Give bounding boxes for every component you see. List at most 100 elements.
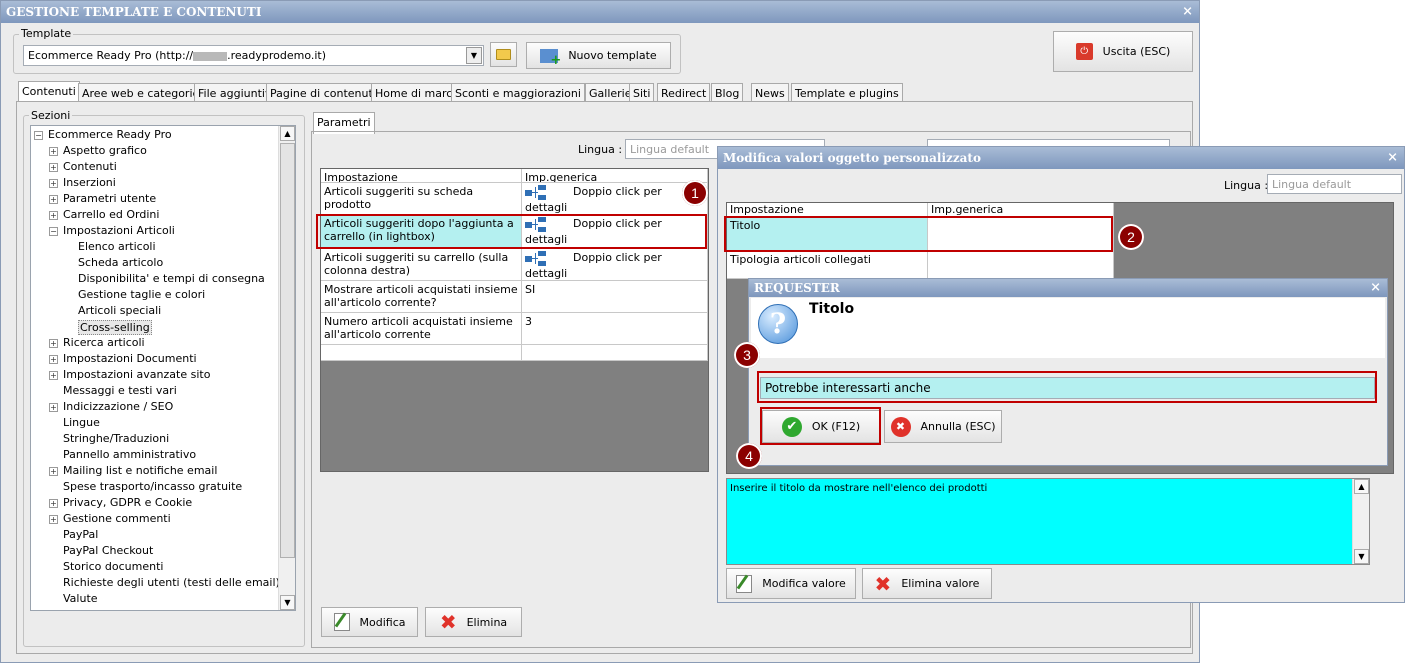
scroll-down-icon[interactable]: ▼ [280,595,295,610]
description-box: Inserire il titolo da mostrare nell'elen… [726,478,1370,565]
close-icon[interactable]: × [1387,150,1398,165]
callout-box-2 [724,216,1113,252]
tree-scrollbar[interactable]: ▲ ▼ [278,126,295,610]
tab-10[interactable]: News [751,83,789,102]
tree-item[interactable]: Richieste degli utenti (testi delle emai… [63,576,280,589]
tree-item[interactable]: Cross-selling [78,320,152,335]
grid-row-tipologia-value[interactable] [928,251,1114,279]
expand-icon[interactable]: + [49,195,58,204]
scroll-up-icon[interactable]: ▲ [1354,479,1369,494]
tree-item[interactable]: Gestione taglie e colori [78,288,205,301]
tree-item[interactable]: Scheda articolo [78,256,163,269]
scroll-thumb[interactable] [280,143,295,558]
tree-item[interactable]: PayPal [63,528,98,541]
expand-icon[interactable]: − [34,131,43,140]
chevron-down-icon[interactable]: ▼ [466,47,482,64]
delete-button[interactable]: ✖ Elimina [425,607,522,637]
expand-icon[interactable]: + [49,371,58,380]
tab-4[interactable]: Home di marca [371,83,464,102]
tree-item[interactable]: Gestione commenti [63,512,171,525]
tab-7[interactable]: Siti [629,83,655,102]
edit-button[interactable]: Modifica [321,607,418,637]
exit-label: Uscita (ESC) [1102,45,1171,58]
delete-value-button[interactable]: ✖ Elimina valore [862,568,992,599]
expand-icon[interactable]: − [49,227,58,236]
close-icon[interactable]: × [1370,280,1381,295]
param-row-value[interactable]: SI [522,281,708,313]
tree-item[interactable]: Messaggi e testi vari [63,384,177,397]
scroll-up-icon[interactable]: ▲ [280,126,295,141]
tree-item[interactable]: PayPal Checkout [63,544,153,557]
tab-9[interactable]: Blog [711,83,744,102]
tree-item[interactable]: Carrello ed Ordini [63,208,159,221]
tree-item[interactable]: Contenuti [63,160,117,173]
exit-button[interactable]: ⏻ Uscita (ESC) [1053,31,1193,72]
tree-item[interactable]: Impostazioni Documenti [63,352,197,365]
expand-icon[interactable]: + [49,179,58,188]
tab-8[interactable]: Redirect [657,83,711,102]
folder-icon [496,49,511,60]
tree-item[interactable]: Inserzioni [63,176,116,189]
tree-item[interactable]: Disponibilita' e tempi di consegna [78,272,265,285]
param-row-name[interactable]: Articoli suggeriti su carrello (sulla co… [321,249,522,281]
tree-item[interactable]: Spese trasporto/incasso gratuite [63,480,242,493]
param-row-value[interactable]: Doppio click per dettagli [522,183,708,215]
param-row-name[interactable]: Numero articoli acquistati insieme all'a… [321,313,522,345]
new-template-label: Nuovo template [568,49,657,62]
param-row-empty-value[interactable] [522,345,708,361]
tree-item[interactable]: Parametri utente [63,192,156,205]
tree-item[interactable]: Stringhe/Traduzioni [63,432,169,445]
tree-item[interactable]: Mailing list e notifiche email [63,464,217,477]
expand-icon[interactable]: + [49,163,58,172]
tab-6[interactable]: Gallerie [585,83,636,102]
expand-icon[interactable]: + [49,515,58,524]
tree-item[interactable]: Impostazioni Articoli [63,224,175,237]
tab-3[interactable]: Pagine di contenuti [266,83,380,102]
tree-item[interactable]: Impostazioni avanzate sito [63,368,210,381]
expand-icon[interactable]: + [49,499,58,508]
power-icon: ⏻ [1075,43,1093,60]
tree-item[interactable]: Pannello amministrativo [63,448,196,461]
tree-item[interactable]: Elenco articoli [78,240,156,253]
description-scrollbar[interactable]: ▲ ▼ [1352,479,1369,564]
main-tabs: Contenuti Aree web e categorie File aggiun… [18,81,918,103]
close-icon[interactable]: × [1182,4,1193,19]
template-select[interactable]: Ecommerce Ready Pro (http:// .readyprodem… [23,45,484,66]
cancel-label: Annulla (ESC) [920,420,996,433]
expand-icon[interactable]: + [49,147,58,156]
tree-root[interactable]: Ecommerce Ready Pro [48,128,172,141]
scroll-down-icon[interactable]: ▼ [1354,549,1369,564]
grid-row-tipologia[interactable]: Tipologia articoli collegati [727,251,928,279]
param-row-name[interactable]: Articoli suggeriti su scheda prodotto [321,183,522,215]
expand-icon[interactable]: + [49,355,58,364]
tree-item[interactable]: Aspetto grafico [63,144,147,157]
open-folder-button[interactable] [490,42,517,67]
tab-5[interactable]: Sconti e maggiorazioni [451,83,585,102]
tree-item[interactable]: Privacy, GDPR e Cookie [63,496,192,509]
expand-icon[interactable]: + [49,339,58,348]
tree-item[interactable]: Valute [63,592,98,605]
custom-dialog-title: Modifica valori oggetto personalizzato [723,151,981,165]
param-row-name-text: Articoli suggeriti su scheda prodotto [324,185,474,211]
cancel-button[interactable]: ✖ Annulla (ESC) [884,410,1002,443]
tab-0[interactable]: Contenuti [18,81,80,103]
expand-icon[interactable]: + [49,467,58,476]
dialog-lingua-select[interactable]: Lingua default [1267,174,1402,194]
col-header-impgenerica-text: Imp.generica [525,171,598,183]
new-template-button[interactable]: + Nuovo template [526,42,671,69]
tree-item[interactable]: Lingue [63,416,100,429]
tab-1[interactable]: Aree web e categorie [78,83,204,102]
param-row-empty[interactable] [321,345,522,361]
edit-value-button[interactable]: Modifica valore [726,568,856,599]
tree-item[interactable]: Storico documenti [63,560,163,573]
param-row-value[interactable]: Doppio click per dettagli [522,249,708,281]
tree-item[interactable]: Indicizzazione / SEO [63,400,173,413]
tab-11[interactable]: Template e plugins [791,83,903,102]
expand-icon[interactable]: + [49,403,58,412]
param-row-value[interactable]: 3 [522,313,708,345]
expand-icon[interactable]: + [49,211,58,220]
tree-item[interactable]: Ricerca articoli [63,336,145,349]
requester-title: REQUESTER [754,281,840,295]
param-row-name[interactable]: Mostrare articoli acquistati insieme all… [321,281,522,313]
tree-item[interactable]: Articoli speciali [78,304,161,317]
